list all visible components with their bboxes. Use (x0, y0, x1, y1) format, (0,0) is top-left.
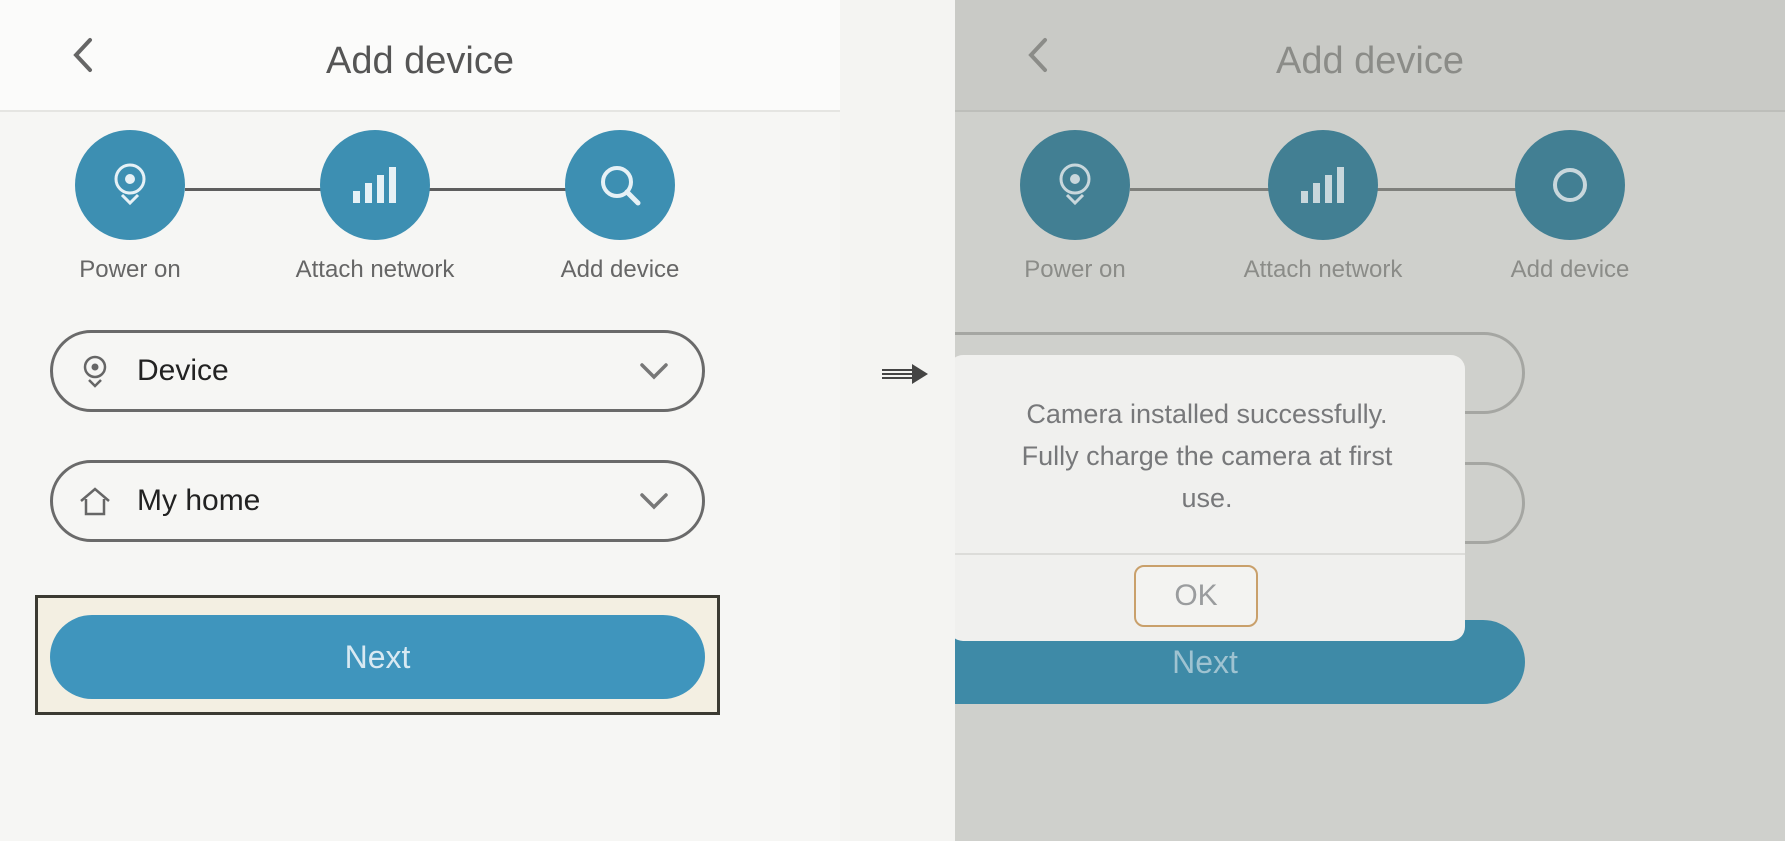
title-bar: Add device (955, 0, 1785, 112)
step-label: Add device (560, 256, 680, 283)
dialog-line: Camera installed successfully. (1026, 399, 1388, 429)
home-select-value: My home (137, 484, 261, 517)
page-title: Add device (325, 40, 514, 82)
dialog-divider (955, 553, 1465, 555)
ok-button[interactable]: OK (1134, 565, 1258, 627)
home-select[interactable]: My home (50, 460, 705, 542)
camera-icon (1059, 163, 1091, 206)
success-dialog: Camera installed successfully. Fully cha… (955, 355, 1465, 641)
wifi-signal-icon (1301, 167, 1344, 203)
step-add-device: Add device (1460, 130, 1680, 284)
camera-icon (114, 163, 146, 206)
arrow-right-icon (882, 364, 928, 384)
dialog-message: Camera installed successfully. Fully cha… (969, 393, 1445, 519)
search-icon (601, 166, 641, 206)
search-icon (1553, 168, 1587, 202)
step-label: Power on (79, 256, 181, 283)
step-add-device: Add device (510, 130, 730, 284)
chevron-down-icon (640, 493, 668, 510)
step-label: Attach network (1243, 256, 1403, 283)
dialog-line: use. (1181, 483, 1233, 513)
step-power-on: Power on (20, 130, 240, 284)
add-device-screen: Add device Power on Attach network Add d… (0, 0, 840, 841)
device-select[interactable]: Device (50, 330, 705, 412)
progress-steps: Power on Attach network Add device (955, 130, 1785, 300)
step-attach-network: Attach network (1213, 130, 1433, 284)
step-label: Power on (1024, 256, 1126, 283)
dialog-line: Fully charge the camera at first (1021, 441, 1393, 471)
chevron-down-icon (640, 363, 668, 380)
step-attach-network: Attach network (265, 130, 485, 284)
device-select-value: Device (137, 354, 229, 387)
home-icon (80, 487, 110, 516)
step-power-on: Power on (965, 130, 1185, 284)
progress-steps: Power on Attach network Add device (0, 130, 840, 300)
step-label: Attach network (295, 256, 455, 283)
step-label: Add device (1510, 256, 1630, 283)
page-title: Add device (1275, 40, 1464, 82)
camera-icon (83, 355, 107, 388)
title-bar: Add device (0, 0, 840, 112)
wifi-signal-icon (353, 167, 396, 203)
next-button[interactable]: Next (50, 615, 705, 699)
add-device-screen-dialog: Add device Power on Attach network Add d… (955, 0, 1785, 841)
